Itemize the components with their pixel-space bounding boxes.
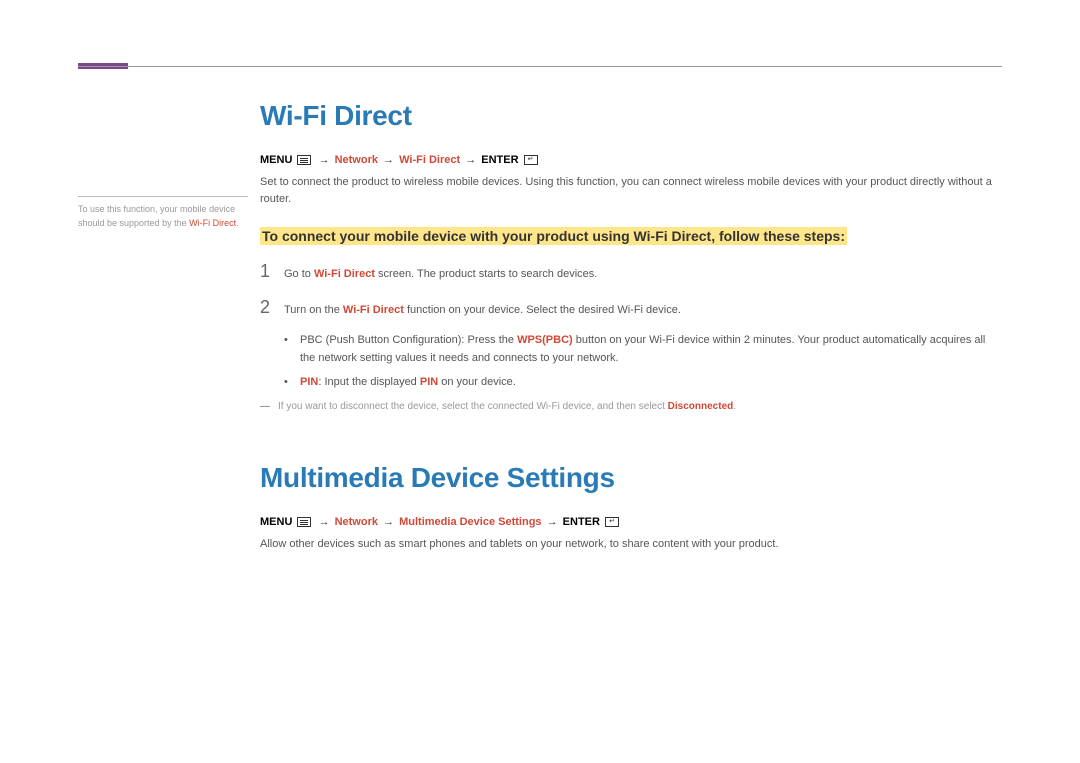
bullet2-suffix: on your device. [438,376,516,388]
bullet-item: • PBC (Push Button Configuration): Press… [284,332,1002,367]
arrow-icon: → [465,154,476,166]
path-item: Wi-Fi Direct [399,154,460,166]
arrow-icon: → [383,516,394,528]
note-text: If you want to disconnect the device, se… [278,401,736,412]
note-row: ― If you want to disconnect the device, … [260,401,1002,412]
main-content: Wi-Fi Direct MENU → Network → Wi-Fi Dire… [260,100,1002,571]
sidebar-divider [78,196,248,197]
step-number: 1 [260,261,284,282]
path-network: Network [335,516,378,528]
bullet-list: • PBC (Push Button Configuration): Press… [284,332,1002,391]
menu-icon [297,517,311,527]
bullet2-red2: PIN [420,376,438,388]
enter-label: ENTER [481,154,518,166]
section1-highlight: To connect your mobile device with your … [260,227,847,245]
step-text: Turn on the Wi-Fi Direct function on you… [284,302,681,319]
path-item: Multimedia Device Settings [399,516,541,528]
note-suffix: . [733,401,736,412]
step-text: Go to Wi-Fi Direct screen. The product s… [284,266,597,283]
note-prefix: If you want to disconnect the device, se… [278,401,668,412]
bullet-marker: • [284,332,300,367]
menu-icon [297,155,311,165]
menu-label: MENU [260,154,292,166]
path-network: Network [335,154,378,166]
section2-description: Allow other devices such as smart phones… [260,536,1002,553]
sidebar-red-term: Wi-Fi Direct [189,218,236,228]
step2-prefix: Turn on the [284,304,343,316]
enter-label: ENTER [563,516,600,528]
bullet1-prefix: PBC (Push Button Configuration): Press t… [300,334,517,346]
arrow-icon: → [319,516,330,528]
step1-red: Wi-Fi Direct [314,268,375,280]
bullet-marker: • [284,374,300,392]
highlight-wrap: To connect your mobile device with your … [260,225,1002,247]
step-2: 2 Turn on the Wi-Fi Direct function on y… [260,297,1002,319]
arrow-icon: → [319,154,330,166]
bullet1-red: WPS(PBC) [517,334,573,346]
step1-suffix: screen. The product starts to search dev… [375,268,597,280]
step1-prefix: Go to [284,268,314,280]
arrow-icon: → [547,516,558,528]
bullet-text: PIN: Input the displayed PIN on your dev… [300,374,516,392]
enter-icon [605,517,619,527]
sidebar-text: To use this function, your mobile device… [78,203,248,230]
section2-menu-path: MENU → Network → Multimedia Device Setti… [260,516,1002,528]
menu-label: MENU [260,516,292,528]
bullet-item: • PIN: Input the displayed PIN on your d… [284,374,1002,392]
bullet2-mid: : Input the displayed [318,376,420,388]
step-1: 1 Go to Wi-Fi Direct screen. The product… [260,261,1002,283]
section2-title: Multimedia Device Settings [260,462,1002,494]
enter-icon [524,155,538,165]
sidebar-text-after: . [236,218,239,228]
top-border [78,66,1002,67]
section1-menu-path: MENU → Network → Wi-Fi Direct → ENTER [260,154,1002,166]
note-marker: ― [260,401,278,412]
step-number: 2 [260,297,284,318]
note-red: Disconnected [668,401,734,412]
bullet-text: PBC (Push Button Configuration): Press t… [300,332,1002,367]
arrow-icon: → [383,154,394,166]
bullet2-red1: PIN [300,376,318,388]
section1-description: Set to connect the product to wireless m… [260,174,1002,207]
sidebar-note: To use this function, your mobile device… [78,196,248,230]
step2-suffix: function on your device. Select the desi… [404,304,681,316]
step2-red: Wi-Fi Direct [343,304,404,316]
section-2: Multimedia Device Settings MENU → Networ… [260,462,1002,553]
section1-title: Wi-Fi Direct [260,100,1002,132]
